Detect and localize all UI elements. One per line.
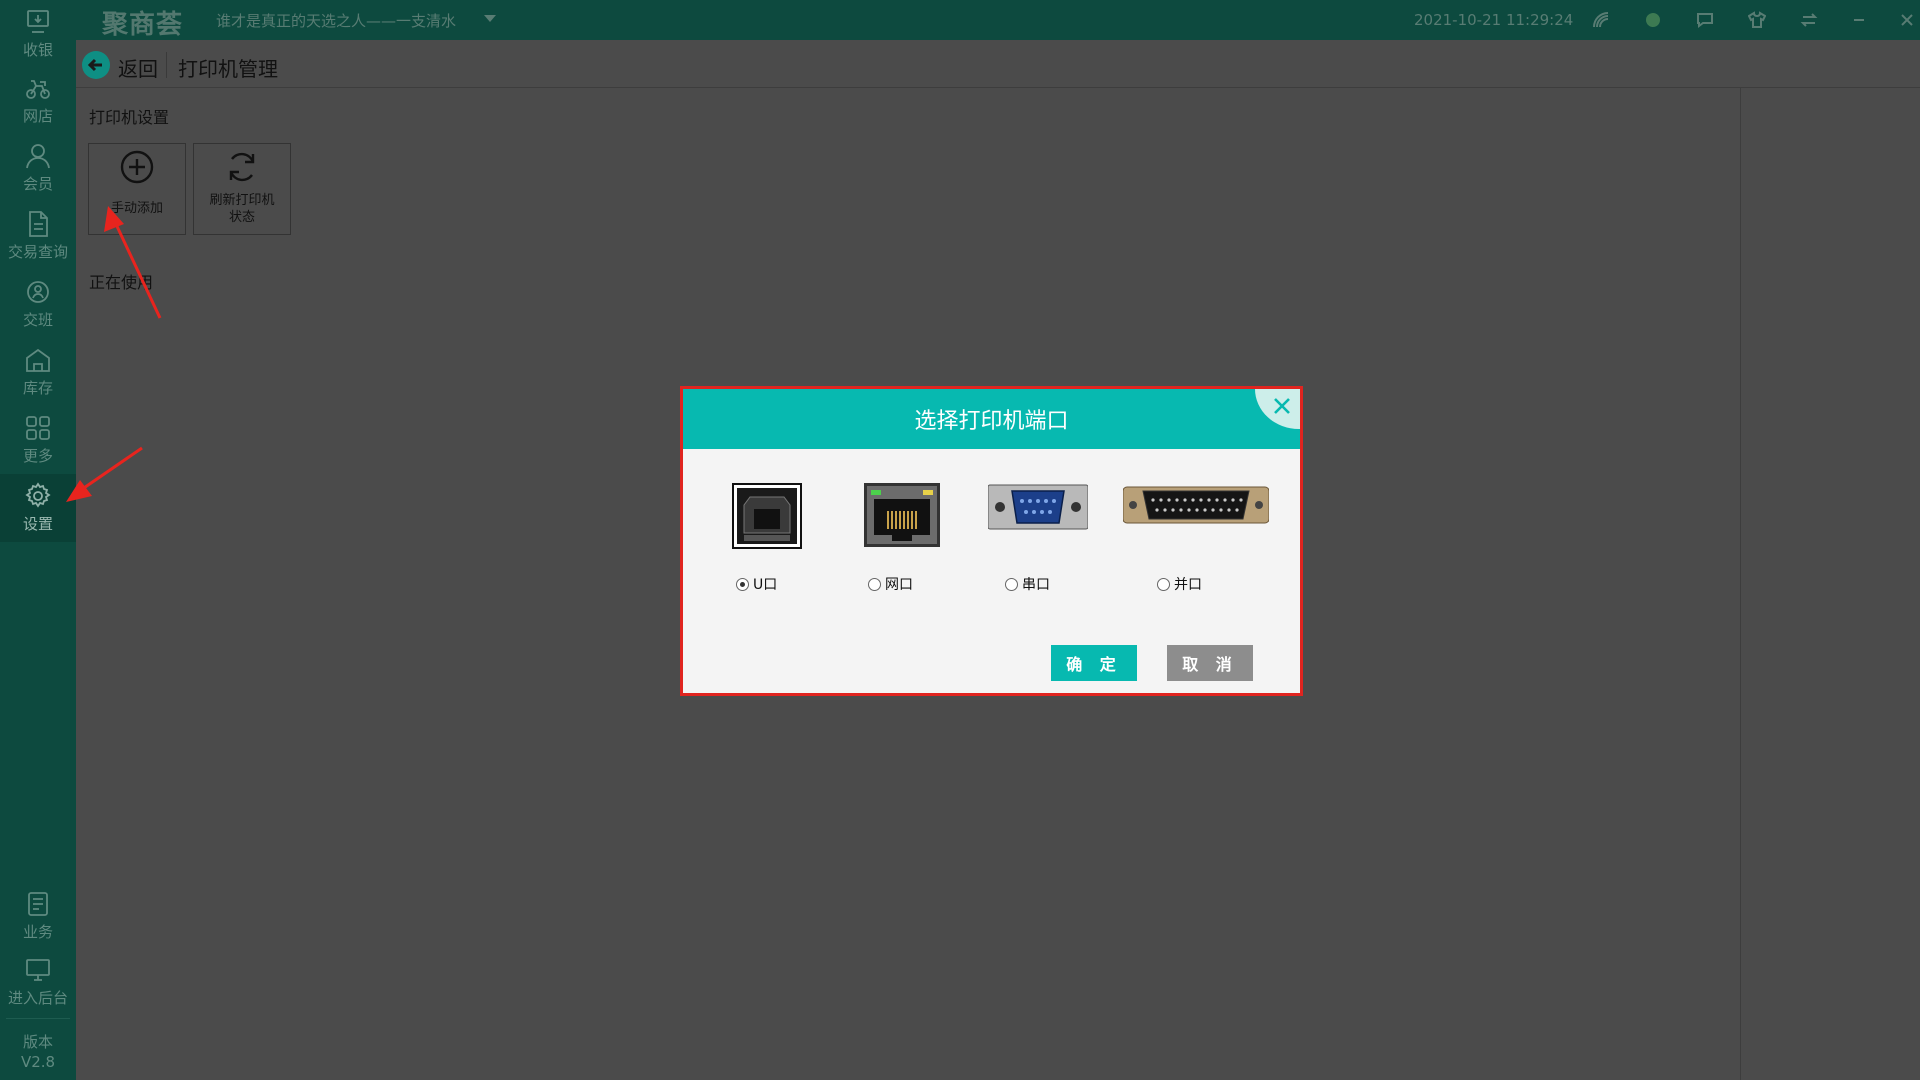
sidebar-item-label: 交班	[22, 311, 53, 329]
sidebar-item-transactions[interactable]: 交易查询	[0, 202, 76, 270]
refresh-label-line2: 状态	[228, 210, 255, 225]
manual-add-button[interactable]: 手动添加	[88, 143, 186, 235]
sidebar-item-label: 业务	[22, 923, 53, 941]
sidebar-item-label: 会员	[22, 175, 53, 193]
handover-icon	[27, 281, 49, 303]
grid-icon	[26, 416, 50, 440]
sidebar-item-backend[interactable]: 进入后台	[0, 948, 76, 1016]
port-label-usb: U口	[753, 577, 778, 593]
sidebar-item-label: 网店	[22, 107, 53, 125]
monitor-icon	[26, 959, 50, 981]
version-value: V2.8	[20, 1053, 56, 1071]
store-slogan[interactable]: 谁才是真正的天选之人——一支清水	[216, 10, 456, 31]
gear-icon	[25, 482, 51, 508]
sidebar-item-inventory[interactable]: 库存	[0, 338, 76, 406]
chevron-down-icon[interactable]	[484, 15, 496, 22]
select-port-dialog: 选择打印机端口 U口 网口 串口 并口 确 定 取 消	[680, 386, 1303, 696]
port-option-parallel[interactable]: 并口	[1157, 574, 1202, 594]
left-sidebar: 收银 网店 会员 交易查询 交班 库存 更多 设置 业务 进入后台 版本 V2.…	[0, 0, 76, 1080]
sidebar-item-handover[interactable]: 交班	[0, 270, 76, 338]
usb-port-icon[interactable]	[732, 483, 802, 549]
sidebar-item-label: 库存	[22, 379, 53, 397]
port-option-ethernet[interactable]: 网口	[868, 574, 913, 594]
serial-port-icon[interactable]	[988, 483, 1088, 531]
version-label: 版本	[22, 1033, 53, 1051]
annotation-arrow-settings	[66, 446, 143, 502]
radio-serial[interactable]	[1005, 577, 1018, 591]
back-arrow-icon[interactable]	[82, 51, 110, 79]
message-icon[interactable]	[1694, 9, 1716, 31]
printer-settings-title: 打印机设置	[89, 108, 170, 127]
sidebar-item-online-store[interactable]: 网店	[0, 66, 76, 134]
sidebar-item-label: 进入后台	[7, 989, 68, 1007]
shirt-theme-icon[interactable]	[1746, 9, 1768, 31]
sidebar-item-label: 收银	[22, 41, 53, 59]
business-book-icon	[28, 892, 48, 916]
sidebar-item-label: 更多	[22, 447, 53, 465]
sidebar-divider	[6, 1018, 70, 1019]
refresh-icon	[229, 152, 255, 182]
radio-ethernet[interactable]	[868, 577, 881, 591]
sidebar-item-label: 交易查询	[7, 243, 68, 261]
parallel-port-icon[interactable]	[1123, 483, 1269, 527]
dialog-title: 选择打印机端口	[914, 409, 1069, 434]
dialog-header: 选择打印机端口	[683, 389, 1300, 449]
close-icon[interactable]	[1271, 395, 1293, 417]
printer-status-icon[interactable]	[1642, 9, 1664, 31]
brand-logo: 聚商荟	[102, 10, 184, 40]
top-bar: 聚商荟 谁才是真正的天选之人——一支清水 2021-10-21 11:29:24	[76, 0, 1920, 40]
manual-add-label: 手动添加	[110, 201, 163, 216]
port-option-usb[interactable]: U口	[736, 574, 777, 594]
sidebar-item-label: 设置	[22, 515, 53, 533]
close-window-icon[interactable]	[1896, 9, 1918, 31]
plus-circle-icon	[120, 150, 154, 184]
minimize-icon[interactable]	[1848, 9, 1870, 31]
port-label-ethernet: 网口	[885, 577, 913, 593]
port-label-parallel: 并口	[1174, 577, 1202, 593]
page-header: 返回 打印机管理	[76, 40, 1920, 88]
back-button[interactable]: 返回	[118, 53, 158, 82]
datetime-display: 2021-10-21 11:29:24	[1414, 11, 1574, 29]
sidebar-item-more[interactable]: 更多	[0, 406, 76, 474]
member-icon	[26, 144, 50, 169]
refresh-printer-label: 刷新打印机 状态	[209, 192, 274, 226]
ethernet-port-icon[interactable]	[864, 483, 940, 547]
confirm-button[interactable]: 确 定	[1051, 645, 1137, 681]
sidebar-item-member[interactable]: 会员	[0, 134, 76, 202]
version-info: 版本 V2.8	[0, 1032, 76, 1072]
warehouse-icon	[26, 348, 50, 372]
cashier-icon	[27, 10, 49, 33]
refresh-printer-button[interactable]: 刷新打印机 状态	[193, 143, 291, 235]
page-title: 打印机管理	[178, 57, 278, 81]
sidebar-item-business[interactable]: 业务	[0, 882, 76, 950]
sidebar-item-settings[interactable]: 设置	[0, 474, 76, 542]
port-option-serial[interactable]: 串口	[1005, 574, 1050, 594]
refresh-label-line1: 刷新打印机	[209, 193, 275, 208]
sidebar-item-cashier[interactable]: 收银	[0, 0, 76, 68]
cancel-button[interactable]: 取 消	[1167, 645, 1253, 681]
switch-arrows-icon[interactable]	[1798, 9, 1820, 31]
in-use-label: 正在使用	[89, 273, 154, 292]
radio-parallel[interactable]	[1157, 577, 1170, 591]
radio-usb[interactable]	[736, 577, 749, 591]
delivery-bike-icon	[26, 80, 50, 99]
header-divider	[166, 52, 167, 78]
document-icon	[29, 211, 48, 237]
port-label-serial: 串口	[1022, 577, 1050, 593]
wifi-signal-icon	[1590, 9, 1612, 31]
right-panel-divider	[1740, 88, 1741, 1080]
